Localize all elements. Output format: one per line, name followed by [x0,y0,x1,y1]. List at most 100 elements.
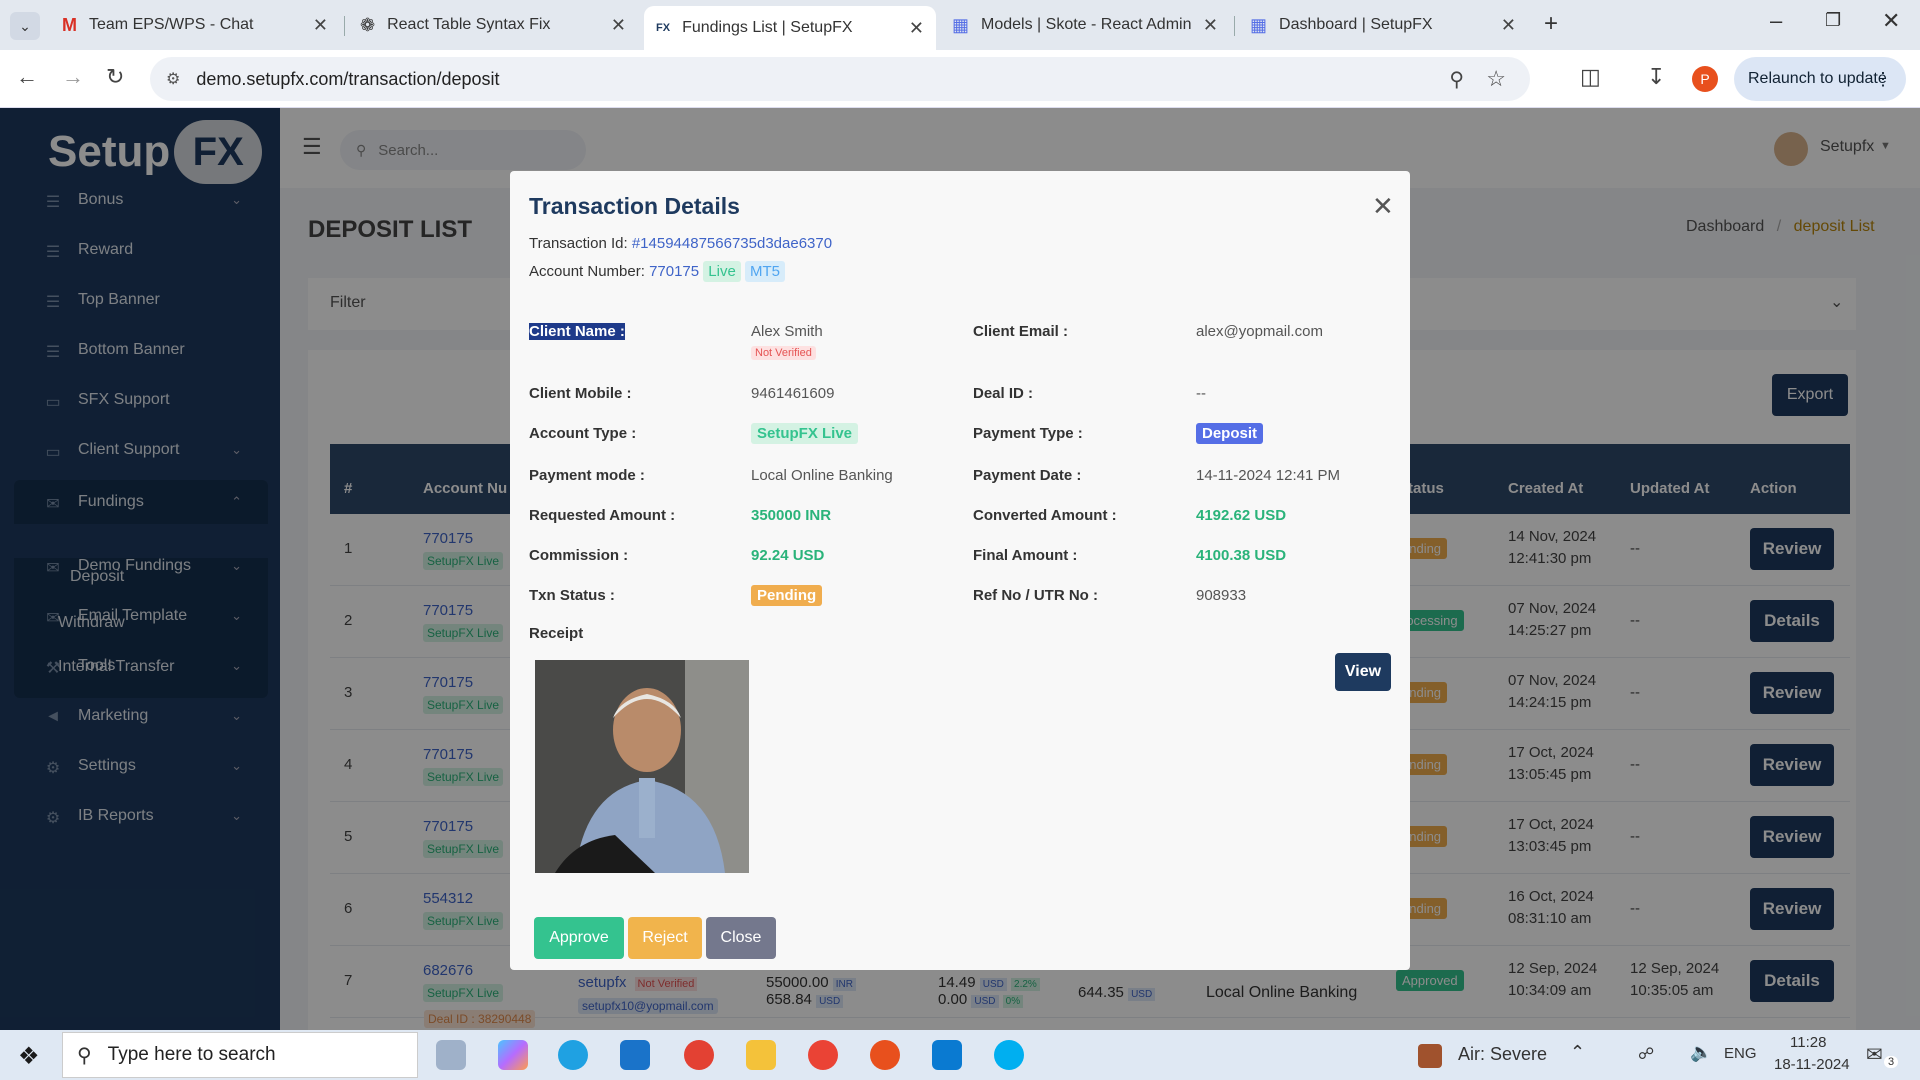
close-icon[interactable]: ✕ [1372,191,1394,222]
payment-type-label: Payment Type : [973,425,1083,442]
clock-date[interactable]: 18-11-2024 [1774,1056,1850,1073]
view-receipt-button[interactable]: View [1335,653,1391,691]
tab-react-table[interactable]: ❁ React Table Syntax Fix ✕ [348,6,638,44]
close-window-button[interactable]: ✕ [1882,8,1900,34]
requested-amount-label: Requested Amount : [529,507,676,524]
tab-search-button[interactable]: ⌄ [10,12,40,40]
deal-id-label: Deal ID : [973,385,1034,402]
commission-value: 92.24 USD [751,547,825,564]
tab-fundings-list[interactable]: FX Fundings List | SetupFX ✕ [644,6,936,50]
receipt-label: Receipt [529,625,584,642]
client-mobile-label: Client Mobile : [529,385,632,402]
ref-no-label: Ref No / UTR No : [973,587,1098,604]
approve-button[interactable]: Approve [534,917,624,959]
chrome-icon[interactable] [684,1040,714,1070]
weather-icon[interactable] [1418,1044,1442,1068]
close-icon[interactable]: ✕ [1203,15,1218,36]
skype-icon[interactable] [994,1040,1024,1070]
forward-arrow-icon[interactable]: → [62,64,84,90]
copilot-icon[interactable] [498,1040,528,1070]
language-indicator[interactable]: ENG [1724,1045,1757,1062]
account-type-badge: SetupFX Live [751,423,859,444]
transaction-id-row: Transaction Id: #14594487566735d3dae6370 [529,235,832,252]
network-icon[interactable]: ☍ [1638,1044,1654,1064]
chrome-profile-icon[interactable] [870,1040,900,1070]
notification-count: 3 [1884,1056,1899,1068]
reload-icon[interactable]: ↻ [106,64,124,90]
vscode-icon[interactable] [932,1040,962,1070]
account-number-row: Account Number: 770175 Live MT5 [529,261,785,282]
tray-chevron-icon[interactable]: ⌃ [1570,1042,1585,1063]
txn-id-label: Transaction Id: [529,235,628,252]
relaunch-label: Relaunch to update [1748,70,1887,87]
tab-team-chat[interactable]: M Team EPS/WPS - Chat ✕ [50,6,340,44]
payment-type-badge: Deposit [1196,423,1264,444]
chrome-icon[interactable] [808,1040,838,1070]
close-icon[interactable]: ✕ [909,18,924,39]
windows-start-icon[interactable]: ❖ [18,1042,40,1071]
txn-status-label: Txn Status : [529,587,615,604]
new-tab-button[interactable]: + [1544,10,1558,38]
maximize-button[interactable]: ❐ [1825,10,1841,31]
mail-icon[interactable] [620,1040,650,1070]
account-type-label: Account Type : [529,425,637,442]
gmail-icon: M [62,14,77,35]
close-icon[interactable]: ✕ [611,15,626,36]
edge-icon[interactable] [558,1040,588,1070]
txn-id-value: #14594487566735d3dae6370 [631,235,833,252]
more-options-icon[interactable]: ⋮ [1874,69,1892,90]
deal-id-value: -- [1196,385,1206,402]
close-icon[interactable]: ✕ [1501,15,1516,36]
client-email-value: alex@yopmail.com [1196,323,1323,340]
tab-skote-models[interactable]: ▦ Models | Skote - React Admin & ✕ [940,6,1230,44]
close-button[interactable]: Close [706,917,776,959]
live-badge: Live [703,261,741,282]
extensions-icon[interactable]: ◫ [1580,64,1601,90]
transaction-details-modal: Transaction Details ✕ Transaction Id: #1… [510,171,1410,970]
address-bar-row: ← → ↻ ⚙ demo.setupfx.com/transaction/dep… [0,50,1920,108]
windows-taskbar: ❖ ⚲ Type here to search Air: Severe ⌃ ☍ … [0,1030,1920,1080]
minimize-button[interactable]: – [1770,8,1782,34]
skote-icon: ▦ [952,14,970,35]
back-arrow-icon[interactable]: ← [16,64,38,90]
reject-button[interactable]: Reject [628,917,702,959]
relaunch-button[interactable]: Relaunch to update ⋮ [1734,57,1906,101]
notification-icon[interactable]: ✉ [1866,1042,1883,1067]
ref-no-value: 908933 [1196,587,1247,604]
tab-title: Dashboard | SetupFX [1279,16,1433,33]
client-email-label: Client Email : [973,323,1069,340]
taskbar-search-placeholder: Type here to search [107,1044,276,1065]
converted-amount-value: 4192.62 USD [1196,507,1287,524]
clock-time[interactable]: 11:28 [1790,1034,1826,1051]
skote-icon: ▦ [1250,14,1268,35]
file-explorer-icon[interactable] [746,1040,776,1070]
receipt-image[interactable] [535,660,749,873]
avatar[interactable]: P [1692,66,1718,92]
setupfx-icon: FX [656,22,671,34]
volume-icon[interactable]: 🔈 [1690,1042,1712,1063]
zoom-icon[interactable]: ⚲ [1449,67,1464,92]
tab-title: Team EPS/WPS - Chat [89,16,254,33]
close-icon[interactable]: ✕ [313,15,328,36]
modal-title: Transaction Details [529,193,740,219]
tab-separator [1234,16,1235,36]
site-info-icon[interactable]: ⚙ [166,69,180,89]
taskbar-search-input[interactable]: ⚲ Type here to search [62,1032,418,1078]
task-view-icon[interactable] [436,1040,466,1070]
converted-amount-label: Converted Amount : [973,507,1117,524]
payment-mode-value: Local Online Banking [751,467,893,484]
client-name-label: Client Name : [529,323,625,340]
weather-text[interactable]: Air: Severe [1458,1044,1547,1065]
txn-status-badge: Pending [751,585,823,606]
account-number-value[interactable]: 770175 [649,263,699,280]
not-verified-badge: Not Verified [751,346,816,360]
bookmark-star-icon[interactable]: ☆ [1486,66,1506,92]
tab-dashboard[interactable]: ▦ Dashboard | SetupFX ✕ [1238,6,1528,44]
tab-title: React Table Syntax Fix [387,16,551,33]
download-icon[interactable]: ↧ [1647,64,1665,90]
tab-separator [344,16,345,36]
url-field[interactable]: ⚙ demo.setupfx.com/transaction/deposit ⚲… [150,57,1530,101]
browser-tab-bar: ⌄ M Team EPS/WPS - Chat ✕ ❁ React Table … [0,0,1920,50]
payment-date-label: Payment Date : [973,467,1082,484]
final-amount-label: Final Amount : [973,547,1078,564]
